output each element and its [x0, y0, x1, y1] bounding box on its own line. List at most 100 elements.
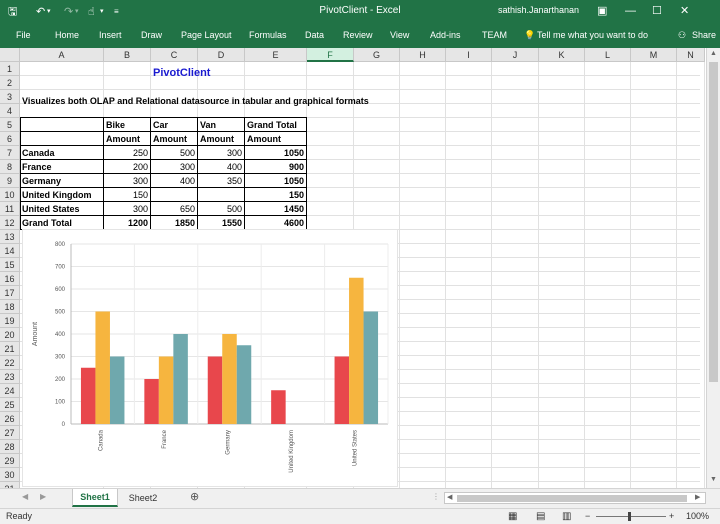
- pivot-cell[interactable]: [22, 118, 103, 132]
- row-header[interactable]: 23: [0, 370, 20, 384]
- column-header[interactable]: I: [446, 48, 492, 62]
- pivot-cell[interactable]: 400: [153, 174, 197, 188]
- pivot-cell[interactable]: Canada: [22, 146, 103, 160]
- tab-insert[interactable]: Insert: [99, 30, 122, 40]
- row-header[interactable]: 28: [0, 440, 20, 454]
- normal-view-icon[interactable]: ▦: [508, 509, 517, 524]
- pivot-cell[interactable]: Amount: [106, 132, 150, 146]
- row-header[interactable]: 20: [0, 328, 20, 342]
- tab-data[interactable]: Data: [305, 30, 324, 40]
- horizontal-scroll-thumb[interactable]: [457, 495, 687, 502]
- worksheet-grid[interactable]: ABCDEFGHIJKLMN 1 2 3 4 5 6 7 8 9 10 11 12 13 14 15 16 17…: [0, 48, 720, 488]
- pivot-chart[interactable]: 0 100 200 300 400 500 600 700 800 Amount Canada Fra…: [22, 229, 398, 487]
- pivot-cell[interactable]: Bike: [106, 118, 150, 132]
- column-header[interactable]: E: [245, 48, 307, 62]
- row-header[interactable]: 3: [0, 90, 20, 104]
- vertical-scroll-thumb[interactable]: [709, 62, 718, 382]
- row-header[interactable]: 22: [0, 356, 20, 370]
- horizontal-scrollbar[interactable]: ◀ ▶: [444, 492, 706, 504]
- row-header[interactable]: 29: [0, 454, 20, 468]
- prev-sheet-icon[interactable]: ◀: [22, 492, 28, 501]
- column-header[interactable]: B: [104, 48, 151, 62]
- tab-formulas[interactable]: Formulas: [249, 30, 287, 40]
- pivot-cell[interactable]: Amount: [153, 132, 197, 146]
- tab-file[interactable]: File: [16, 30, 31, 40]
- pivot-cell[interactable]: [153, 188, 197, 202]
- pivot-cell[interactable]: [200, 188, 244, 202]
- scroll-right-icon[interactable]: ▶: [695, 493, 700, 501]
- row-header[interactable]: 13: [0, 230, 20, 244]
- row-header[interactable]: 7: [0, 146, 20, 160]
- zoom-in-icon[interactable]: +: [669, 509, 674, 524]
- pivot-cell[interactable]: Amount: [247, 132, 306, 146]
- zoom-level[interactable]: 100%: [686, 509, 709, 524]
- row-header[interactable]: 17: [0, 286, 20, 300]
- zoom-slider-thumb[interactable]: [628, 512, 631, 521]
- column-header[interactable]: G: [354, 48, 400, 62]
- row-header[interactable]: 8: [0, 160, 20, 174]
- pivot-cell[interactable]: 300: [106, 202, 150, 216]
- pivot-cell[interactable]: Amount: [200, 132, 244, 146]
- pivot-cell[interactable]: 500: [153, 146, 197, 160]
- tab-split-handle-icon[interactable]: ⋮: [432, 492, 440, 501]
- pivot-cell[interactable]: 1050: [247, 174, 306, 188]
- column-header[interactable]: N: [677, 48, 705, 62]
- select-all-corner[interactable]: [0, 48, 20, 62]
- pivot-cell[interactable]: Car: [153, 118, 197, 132]
- user-name[interactable]: sathish.Janarthanan: [498, 5, 579, 15]
- add-sheet-icon[interactable]: ⊕: [190, 490, 199, 503]
- pivot-cell[interactable]: Germany: [22, 174, 103, 188]
- column-header[interactable]: C: [151, 48, 198, 62]
- share-button[interactable]: Share: [692, 30, 716, 40]
- pivot-cell[interactable]: 400: [200, 160, 244, 174]
- pivot-cell[interactable]: 350: [200, 174, 244, 188]
- pivot-cell[interactable]: 1850: [153, 216, 197, 230]
- next-sheet-icon[interactable]: ▶: [40, 492, 46, 501]
- column-header[interactable]: F: [307, 48, 354, 62]
- pivot-cell[interactable]: 1050: [247, 146, 306, 160]
- row-header[interactable]: 24: [0, 384, 20, 398]
- pivot-cell[interactable]: Van: [200, 118, 244, 132]
- row-header[interactable]: 11: [0, 202, 20, 216]
- zoom-out-icon[interactable]: −: [585, 509, 590, 524]
- tab-home[interactable]: Home: [55, 30, 79, 40]
- ribbon-display-icon[interactable]: ▣: [597, 4, 607, 18]
- pivot-cell[interactable]: [22, 132, 103, 146]
- pivot-cell[interactable]: 300: [153, 160, 197, 174]
- tab-add-ins[interactable]: Add-ins: [430, 30, 461, 40]
- pivot-cell[interactable]: Grand Total: [22, 216, 103, 230]
- zoom-slider[interactable]: [596, 516, 666, 517]
- row-header[interactable]: 15: [0, 258, 20, 272]
- row-header[interactable]: 19: [0, 314, 20, 328]
- row-header[interactable]: 1: [0, 62, 20, 76]
- scroll-down-icon[interactable]: ▼: [710, 476, 717, 483]
- pivot-cell[interactable]: 1200: [106, 216, 150, 230]
- maximize-icon[interactable]: ☐: [652, 4, 662, 18]
- pivot-cell[interactable]: 1450: [247, 202, 306, 216]
- column-header[interactable]: L: [585, 48, 631, 62]
- row-header[interactable]: 21: [0, 342, 20, 356]
- row-header[interactable]: 26: [0, 412, 20, 426]
- tab-review[interactable]: Review: [343, 30, 373, 40]
- vertical-scrollbar[interactable]: ▲ ▼: [706, 48, 720, 488]
- column-header[interactable]: K: [539, 48, 585, 62]
- pivot-cell[interactable]: 900: [247, 160, 306, 174]
- row-header[interactable]: 18: [0, 300, 20, 314]
- pivot-cell[interactable]: 250: [106, 146, 150, 160]
- row-header[interactable]: 10: [0, 188, 20, 202]
- column-header[interactable]: D: [198, 48, 245, 62]
- pivot-cell[interactable]: 650: [153, 202, 197, 216]
- sheet-description[interactable]: Visualizes both OLAP and Relational data…: [22, 94, 369, 108]
- scroll-up-icon[interactable]: ▲: [710, 50, 717, 57]
- pivot-cell[interactable]: 500: [200, 202, 244, 216]
- row-header[interactable]: 9: [0, 174, 20, 188]
- column-header[interactable]: M: [631, 48, 677, 62]
- minimize-icon[interactable]: —: [625, 4, 636, 18]
- pivot-cell[interactable]: 300: [200, 146, 244, 160]
- sheet-heading[interactable]: PivotClient: [153, 66, 210, 80]
- column-header[interactable]: A: [20, 48, 104, 62]
- pivot-cell[interactable]: Grand Total: [247, 118, 306, 132]
- column-header[interactable]: J: [492, 48, 539, 62]
- sheet-tab-sheet1[interactable]: Sheet1: [72, 489, 118, 507]
- pivot-cell[interactable]: France: [22, 160, 103, 174]
